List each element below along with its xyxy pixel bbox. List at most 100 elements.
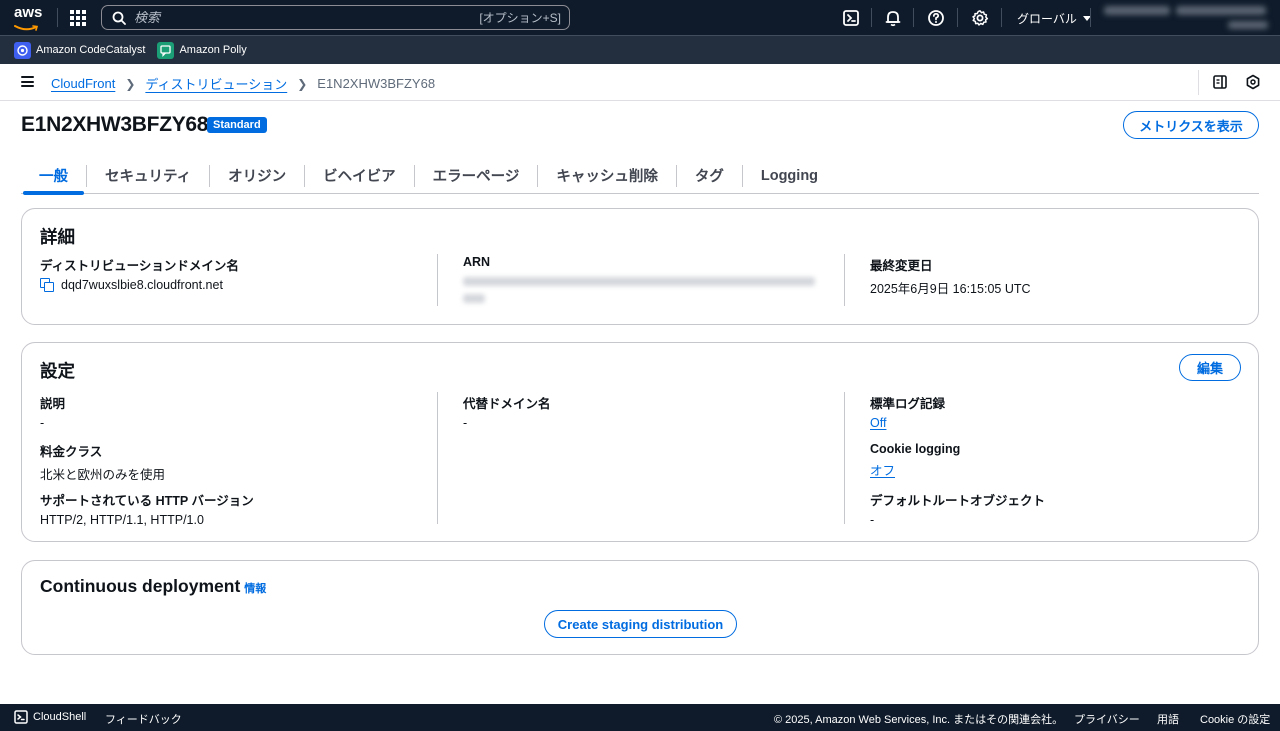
info-link[interactable]: 情報	[244, 583, 266, 595]
favorite-polly[interactable]: Amazon Polly	[157, 41, 247, 59]
field-label: デフォルトルートオブジェクト	[870, 494, 1046, 508]
details-panel: 詳細 ディストリビューションドメイン名 dqd7wuxslbie8.cloudf…	[21, 208, 1259, 325]
account-redacted-line	[1228, 21, 1268, 29]
region-selector[interactable]: グローバル	[1017, 10, 1091, 27]
cloudshell-label: CloudShell	[33, 711, 87, 723]
field-value: 北米と欧州のみを使用	[40, 468, 166, 482]
nav-divider	[871, 8, 872, 27]
field-alternate-domain: 代替ドメイン名 -	[463, 393, 551, 430]
field-last-modified: 最終変更日 2025年6月9日 16:15:05 UTC	[870, 255, 1230, 297]
chevron-right-icon: ❯	[297, 76, 308, 91]
cloudshell-icon[interactable]	[842, 9, 860, 27]
field-arn: ARN	[463, 255, 818, 303]
favorite-label: Amazon CodeCatalyst	[36, 44, 146, 56]
field-value: -	[40, 416, 45, 430]
create-staging-distribution-button[interactable]: Create staging distribution	[544, 610, 737, 638]
column-divider	[437, 254, 438, 306]
cloudshell-icon	[14, 710, 28, 724]
tab-general[interactable]: 一般	[21, 158, 86, 195]
favorites-bar: Amazon CodeCatalyst Amazon Polly	[0, 35, 1280, 64]
tab-origins[interactable]: オリジン	[210, 158, 304, 194]
breadcrumb-distributions[interactable]: ディストリビューション	[145, 74, 287, 93]
gear-icon[interactable]	[971, 9, 989, 27]
tab-logging[interactable]: Logging	[743, 158, 836, 194]
region-label: グローバル	[1017, 12, 1077, 26]
status-badge: Standard	[207, 117, 267, 133]
tab-error-pages[interactable]: エラーページ	[415, 158, 538, 194]
breadcrumb-bar: CloudFront ❯ ディストリビューション ❯ E1N2XHW3BFZY6…	[0, 64, 1280, 101]
settings-panel: 設定 編集 説明 - 料金クラス 北米と欧州のみを使用 サポートされている HT…	[21, 342, 1259, 542]
tab-behaviors[interactable]: ビヘイビア	[305, 158, 414, 194]
terms-link[interactable]: 用語	[1157, 711, 1179, 727]
cookie-settings-link[interactable]: Cookie の設定	[1200, 711, 1270, 727]
field-price-class: 料金クラス 北米と欧州のみを使用	[40, 441, 165, 483]
breadcrumb-cloudfront[interactable]: CloudFront	[51, 76, 115, 91]
aws-logo[interactable]: aws	[14, 4, 44, 31]
copyright-text: © 2025, Amazon Web Services, Inc. またはその関…	[774, 714, 1064, 726]
cloudshell-link[interactable]: CloudShell	[14, 710, 86, 724]
account-redacted-line	[1176, 6, 1266, 15]
help-icon[interactable]	[927, 9, 945, 27]
search-input[interactable]	[134, 10, 480, 25]
continuous-deployment-heading: Continuous deployment 情報	[40, 576, 266, 597]
view-metrics-button[interactable]: メトリクスを表示	[1123, 111, 1259, 139]
column-divider	[844, 392, 845, 524]
nav-divider	[1090, 8, 1091, 27]
search-shortcut-hint: [オプション+S]	[479, 11, 561, 25]
tab-bar: 一般 セキュリティ オリジン ビヘイビア エラーページ キャッシュ削除 タグ L…	[21, 158, 1259, 195]
tab-security[interactable]: セキュリティ	[87, 158, 209, 194]
aws-logo-text: aws	[14, 4, 43, 21]
field-value: -	[870, 513, 875, 527]
settings-heading: 設定	[40, 361, 75, 381]
footer: CloudShell フィードバック © 2025, Amazon Web Se…	[0, 704, 1280, 731]
field-default-root-object: デフォルトルートオブジェクト -	[870, 490, 1045, 527]
feedback-link[interactable]: フィードバック	[105, 711, 182, 727]
field-cookie-logging: Cookie logging オフ	[870, 442, 960, 479]
breadcrumb: CloudFront ❯ ディストリビューション ❯ E1N2XHW3BFZY6…	[51, 74, 435, 93]
cookie-logging-link[interactable]: オフ	[870, 464, 895, 478]
standard-logging-link[interactable]: Off	[870, 416, 886, 430]
info-panel-icon[interactable]	[1212, 74, 1228, 90]
arn-redacted-value	[463, 294, 485, 303]
column-divider	[437, 392, 438, 524]
polly-icon	[157, 41, 175, 59]
field-domain-name: ディストリビューションドメイン名 dqd7wuxslbie8.cloudfron…	[40, 255, 430, 293]
field-label: 最終変更日	[870, 259, 933, 273]
field-label: サポートされている HTTP バージョン	[40, 494, 254, 508]
field-label: 代替ドメイン名	[463, 397, 551, 411]
field-label: ARN	[463, 255, 491, 269]
favorite-label: Amazon Polly	[179, 44, 247, 56]
global-search[interactable]: [オプション+S]	[101, 5, 570, 30]
field-value: HTTP/2, HTTP/1.1, HTTP/1.0	[40, 513, 204, 527]
field-label: 料金クラス	[40, 445, 103, 459]
copy-icon[interactable]	[40, 278, 55, 293]
column-divider	[844, 254, 845, 306]
codecatalyst-icon	[14, 41, 31, 59]
nav-divider	[1001, 8, 1002, 27]
field-description: 説明 -	[40, 393, 65, 430]
privacy-link[interactable]: プライバシー	[1074, 711, 1140, 727]
field-value: Off	[870, 416, 945, 430]
tab-invalidations[interactable]: キャッシュ削除	[538, 158, 676, 194]
edit-button[interactable]: 編集	[1179, 354, 1241, 381]
hexagon-status-icon[interactable]	[1245, 74, 1261, 90]
utility-divider	[1198, 70, 1199, 95]
favorite-codecatalyst[interactable]: Amazon CodeCatalyst	[14, 41, 146, 59]
services-grid-icon[interactable]	[70, 10, 86, 26]
account-redacted-line	[1104, 6, 1170, 15]
search-icon	[112, 11, 126, 25]
field-standard-logging: 標準ログ記録 Off	[870, 393, 945, 430]
details-heading: 詳細	[40, 227, 75, 247]
field-label: 標準ログ記録	[870, 397, 946, 411]
aws-smile-icon	[14, 25, 39, 31]
nav-divider	[957, 8, 958, 27]
domain-name-value: dqd7wuxslbie8.cloudfront.net	[61, 278, 223, 292]
bell-icon[interactable]	[884, 9, 902, 27]
field-value: オフ	[870, 460, 960, 479]
field-label: ディストリビューションドメイン名	[40, 259, 239, 273]
hamburger-menu-icon[interactable]	[21, 76, 34, 87]
tab-tags[interactable]: タグ	[677, 158, 742, 194]
nav-divider	[913, 8, 914, 27]
arn-redacted-value	[463, 277, 815, 286]
chevron-right-icon: ❯	[125, 76, 136, 91]
